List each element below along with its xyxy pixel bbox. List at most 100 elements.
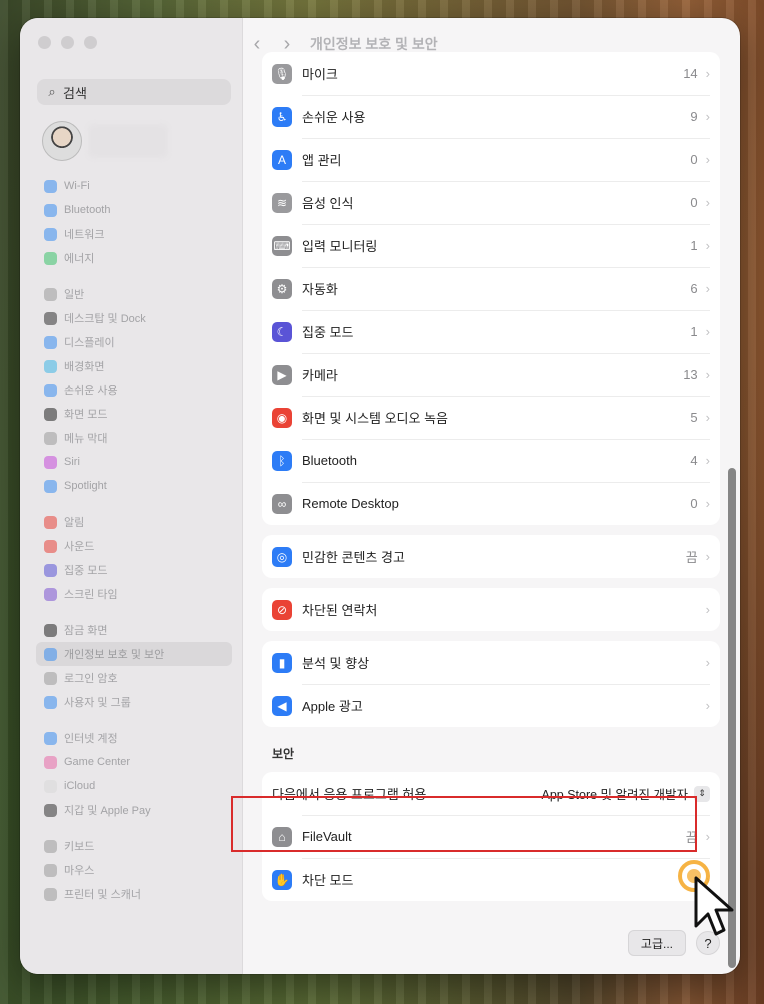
blocked-contacts-row[interactable]: ⊘ 차단된 연락처 › — [262, 588, 720, 631]
permission-row[interactable]: ◀ Apple 광고 › — [262, 684, 720, 727]
keyboard-icon: ⌨ — [272, 235, 292, 256]
hand-icon — [44, 647, 57, 661]
users-icon — [44, 695, 57, 709]
sidebar-item-label: 집중 모드 — [64, 565, 108, 577]
permission-row[interactable]: ☾ 집중 모드 1 › — [262, 310, 720, 353]
mouse-pointer-icon — [678, 860, 734, 936]
chevron-right-icon: › — [705, 655, 710, 670]
sidebar-item[interactable]: 키보드 — [36, 834, 232, 858]
sidebar-item[interactable]: 네트워크 — [36, 222, 232, 246]
permission-row[interactable]: ◉ 화면 및 시스템 오디오 녹음 5 › — [262, 396, 720, 439]
lockdown-mode-row[interactable]: ✋ 차단 모드 › — [262, 858, 720, 901]
blocked-icon: ⊘ — [272, 599, 292, 620]
sidebar-item[interactable]: Bluetooth — [36, 198, 232, 222]
chevron-right-icon: › — [705, 195, 710, 210]
lock-screen-icon — [44, 623, 57, 637]
apple-account-profile[interactable] — [42, 121, 168, 161]
game-center-icon — [44, 755, 57, 769]
printer-icon — [44, 887, 57, 901]
sidebar-item[interactable]: 손쉬운 사용 — [36, 378, 232, 402]
permission-row[interactable]: ≋ 음성 인식 0 › — [262, 181, 720, 224]
search-input[interactable]: ⌕ 검색 — [37, 79, 231, 105]
at-icon — [44, 731, 57, 745]
permission-row[interactable]: ∞ Remote Desktop 0 › — [262, 482, 720, 525]
sidebar-item-label: 스크린 타임 — [64, 589, 118, 601]
sidebar-item[interactable]: 에너지 — [36, 246, 232, 270]
row-value: 끔 — [685, 550, 698, 565]
minimize-window-button[interactable] — [61, 36, 74, 49]
row-label: Remote Desktop — [302, 496, 399, 511]
close-window-button[interactable] — [38, 36, 51, 49]
binoculars-icon: ∞ — [272, 493, 292, 514]
sidebar-item[interactable]: 잠금 화면 — [36, 618, 232, 642]
sidebar-item[interactable]: 지갑 및 Apple Pay — [36, 798, 232, 822]
sidebar-item-label: 데스크탑 및 Dock — [64, 313, 146, 325]
permission-row[interactable]: ᛒ Bluetooth 4 › — [262, 439, 720, 482]
sidebar-item-label: Game Center — [64, 756, 131, 768]
chevron-right-icon: › — [705, 453, 710, 468]
sidebar-item[interactable]: 프린터 및 스캐너 — [36, 882, 232, 906]
chart-icon: ▮ — [272, 652, 292, 673]
moon-icon — [44, 563, 57, 577]
sidebar-item-label: 개인정보 보호 및 보안 — [64, 649, 165, 661]
sidebar-list: Wi-Fi Bluetooth 네트워크 에너지일반데스크탑 및 Dock 디스플레이 배… — [36, 174, 232, 906]
sidebar-item[interactable]: Game Center — [36, 750, 232, 774]
sidebar-item-label: 프린터 및 스캐너 — [64, 889, 141, 901]
sidebar-item[interactable]: 개인정보 보호 및 보안 — [36, 642, 232, 666]
sensitive-content-group: ◎ 민감한 콘텐츠 경고 끔 › — [262, 535, 720, 578]
sidebar-item[interactable]: 배경화면 — [36, 354, 232, 378]
allow-apps-select[interactable]: App Store 및 알려진 개발자 ⇕ — [541, 784, 710, 803]
sidebar-item[interactable]: 로그인 암호 — [36, 666, 232, 690]
sidebar-item[interactable]: 스크린 타임 — [36, 582, 232, 606]
waveform-icon: ≋ — [272, 192, 292, 213]
sidebar-item[interactable]: 데스크탑 및 Dock — [36, 306, 232, 330]
row-value: 0 — [690, 195, 698, 210]
sidebar-item[interactable]: 사용자 및 그룹 — [36, 690, 232, 714]
permission-row[interactable]: ▶ 카메라 13 › — [262, 353, 720, 396]
sidebar-item-label: 메뉴 막대 — [64, 433, 108, 445]
sidebar-item[interactable]: 사운드 — [36, 534, 232, 558]
sidebar-item[interactable]: 디스플레이 — [36, 330, 232, 354]
sidebar-item-label: 사운드 — [64, 541, 95, 553]
microphone-icon: 🎙 — [272, 63, 292, 84]
app-store-icon: A — [272, 149, 292, 170]
sidebar-item[interactable]: 메뉴 막대 — [36, 426, 232, 450]
globe-icon — [44, 227, 57, 241]
sidebar-item[interactable]: 마우스 — [36, 858, 232, 882]
zoom-window-button[interactable] — [84, 36, 97, 49]
sidebar-item[interactable]: 집중 모드 — [36, 558, 232, 582]
sidebar-item[interactable]: 인터넷 계정 — [36, 726, 232, 750]
bolt-icon — [44, 251, 57, 265]
accessibility-icon: ♿ — [272, 106, 292, 127]
row-label: Apple 광고 — [302, 699, 363, 714]
permission-row[interactable]: ⚙ 자동화 6 › — [262, 267, 720, 310]
filevault-row[interactable]: ⌂ FileVault 끔 › — [262, 815, 720, 858]
blocked-contacts-group: ⊘ 차단된 연락처 › — [262, 588, 720, 631]
sidebar-item-label: Siri — [64, 456, 80, 468]
permission-row[interactable]: ⌨ 입력 모니터링 1 › — [262, 224, 720, 267]
sidebar-item[interactable]: 일반 — [36, 282, 232, 306]
permission-row[interactable]: ♿ 손쉬운 사용 9 › — [262, 95, 720, 138]
sensitive-content-row[interactable]: ◎ 민감한 콘텐츠 경고 끔 › — [262, 535, 720, 578]
sidebar-item[interactable]: 화면 모드 — [36, 402, 232, 426]
row-label: 다음에서 응용 프로그램 허용 — [272, 787, 427, 802]
sidebar-item[interactable]: Wi-Fi — [36, 174, 232, 198]
sidebar-item[interactable]: 알림 — [36, 510, 232, 534]
chevron-right-icon: › — [705, 496, 710, 511]
row-label: 민감한 콘텐츠 경고 — [302, 550, 405, 565]
permission-row[interactable]: A 앱 관리 0 › — [262, 138, 720, 181]
sidebar-item[interactable]: Spotlight — [36, 474, 232, 498]
sidebar-item[interactable]: iCloud — [36, 774, 232, 798]
permission-row[interactable]: ▮ 분석 및 향상 › — [262, 641, 720, 684]
sidebar-item[interactable]: Siri — [36, 450, 232, 474]
row-label: 마이크 — [302, 67, 338, 82]
row-value: 1 — [690, 324, 698, 339]
row-label: 자동화 — [302, 282, 338, 297]
row-value: 14 — [683, 66, 698, 81]
row-label: 차단 모드 — [302, 873, 354, 888]
select-value: App Store 및 알려진 개발자 — [541, 788, 688, 802]
permission-row[interactable]: 🎙 마이크 14 › — [262, 52, 720, 95]
sidebar-item-label: 알림 — [64, 517, 85, 529]
